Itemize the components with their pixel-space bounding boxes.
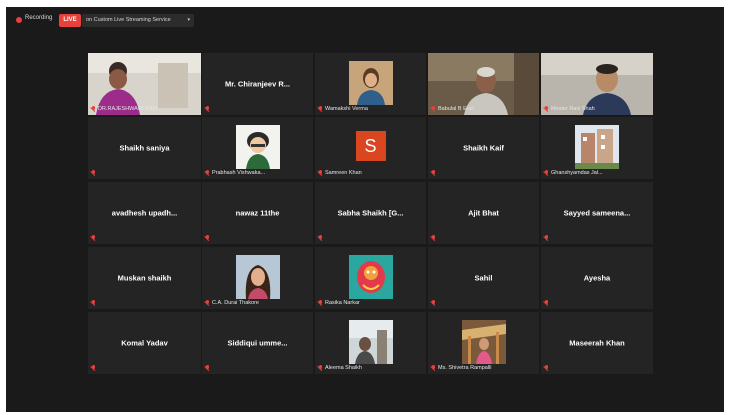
participant-tile[interactable]: Ayesha xyxy=(541,247,653,309)
participant-tile[interactable]: Babulal B Eoci xyxy=(428,53,539,115)
participant-name: Samreen Khan xyxy=(325,170,362,176)
muted-mic-icon xyxy=(431,365,436,371)
participant-name: Sahil xyxy=(474,273,493,283)
participant-name: Ms. Shivetra Rampalli xyxy=(438,365,492,371)
muted-mic-icon xyxy=(318,106,323,112)
meeting-topbar: Recording LIVE on Custom Live Streaming … xyxy=(6,7,724,29)
profile-photo xyxy=(348,254,393,299)
muted-mic-icon xyxy=(205,235,210,241)
participant-tile[interactable]: Mr. Chiranjeev R... xyxy=(202,53,313,115)
participant-name: nawaz 11the xyxy=(235,208,280,218)
participant-tile[interactable]: Siddiqui umme... xyxy=(202,312,313,374)
muted-mic-icon xyxy=(91,106,96,112)
participant-tile[interactable]: avadhesh upadh... xyxy=(88,182,201,244)
participant-tile[interactable]: Mester Ravi Shah xyxy=(541,53,653,115)
participant-name: Prabhash Vishwaka... xyxy=(212,170,266,176)
participant-tile[interactable]: Shaikh saniya xyxy=(88,117,201,179)
muted-mic-icon xyxy=(91,235,96,241)
participant-name: Ayesha xyxy=(583,273,611,283)
participant-name: Aleema Shaikh xyxy=(325,365,362,371)
participant-tile[interactable]: Rasika Narkar xyxy=(315,247,426,309)
muted-mic-icon xyxy=(91,170,96,176)
muted-mic-icon xyxy=(205,170,210,176)
profile-photo xyxy=(575,124,619,169)
participant-tile[interactable]: Shaikh Kaif xyxy=(428,117,539,179)
participant-name: Rasika Narkar xyxy=(325,300,360,306)
participant-name: Komal Yadav xyxy=(121,338,168,348)
participant-tile[interactable]: Ajit Bhat xyxy=(428,182,539,244)
participant-name: Sabha Shaikh [G... xyxy=(337,208,404,218)
participant-name: Mr. Chiranjeev R... xyxy=(224,79,291,89)
live-stream-dropdown[interactable]: on Custom Live Streaming Service ▾ xyxy=(82,14,194,27)
participant-tile[interactable]: Maseerah Khan xyxy=(541,312,653,374)
participant-name: Muskan shaikh xyxy=(117,273,172,283)
muted-mic-icon xyxy=(205,106,210,112)
profile-photo xyxy=(235,254,280,299)
live-badge[interactable]: LIVE xyxy=(59,14,81,27)
muted-mic-icon xyxy=(544,235,549,241)
participant-tile[interactable]: C.A. Durai Thakore xyxy=(202,247,313,309)
muted-mic-icon xyxy=(91,300,96,306)
participant-name: C.A. Durai Thakore xyxy=(212,300,259,306)
muted-mic-icon xyxy=(318,365,323,371)
muted-mic-icon xyxy=(205,300,210,306)
participant-tile[interactable]: Ms. Shivetra Rampalli xyxy=(428,312,539,374)
participant-tile[interactable]: Muskan shaikh xyxy=(88,247,201,309)
participant-name: Wamakshi Verma xyxy=(325,106,368,112)
muted-mic-icon xyxy=(544,300,549,306)
profile-photo xyxy=(461,319,506,364)
meeting-window: Recording LIVE on Custom Live Streaming … xyxy=(6,7,724,412)
participant-name: DR.RAJESHWARI RAVI xyxy=(98,106,158,112)
muted-mic-icon xyxy=(544,106,549,112)
participant-name: Mester Ravi Shah xyxy=(551,106,595,112)
muted-mic-icon xyxy=(544,365,549,371)
participant-tile[interactable]: Sayyed sameena... xyxy=(541,182,653,244)
participant-tile[interactable]: Aleema Shaikh xyxy=(315,312,426,374)
participant-tile[interactable]: Komal Yadav xyxy=(88,312,201,374)
participant-name: Shaikh saniya xyxy=(119,143,170,153)
participant-tile[interactable]: nawaz 11the xyxy=(202,182,313,244)
muted-mic-icon xyxy=(318,235,323,241)
participant-name: Ajit Bhat xyxy=(468,208,499,218)
participant-name: Babulal B Eoci xyxy=(438,106,474,112)
initial-avatar: S xyxy=(355,130,386,161)
participant-tile[interactable]: Sahil xyxy=(428,247,539,309)
muted-mic-icon xyxy=(318,300,323,306)
profile-photo xyxy=(348,319,393,364)
muted-mic-icon xyxy=(431,300,436,306)
participant-name: Maseerah Khan xyxy=(569,338,625,348)
profile-photo xyxy=(235,124,280,169)
muted-mic-icon xyxy=(205,365,210,371)
muted-mic-icon xyxy=(318,170,323,176)
muted-mic-icon xyxy=(431,235,436,241)
participant-name: avadhesh upadh... xyxy=(111,208,178,218)
profile-photo xyxy=(348,60,393,105)
participant-name: Shaikh Kaif xyxy=(463,143,504,153)
muted-mic-icon xyxy=(91,365,96,371)
participant-name: Siddiqui umme... xyxy=(227,338,288,348)
muted-mic-icon xyxy=(544,170,549,176)
muted-mic-icon xyxy=(431,170,436,176)
participant-name: Sayyed sameena... xyxy=(563,208,631,218)
recording-icon xyxy=(16,17,22,23)
muted-mic-icon xyxy=(431,106,436,112)
participant-tile[interactable]: Ghanshyamdas Jal... xyxy=(541,117,653,179)
participant-tile[interactable]: Wamakshi Verma xyxy=(315,53,426,115)
participant-tile[interactable]: Prabhash Vishwaka... xyxy=(202,117,313,179)
live-stream-label: on Custom Live Streaming Service xyxy=(86,17,171,23)
participant-name: Ghanshyamdas Jal... xyxy=(551,170,603,176)
participant-tile[interactable]: Sabha Shaikh [G... xyxy=(315,182,426,244)
participant-tile[interactable]: S Samreen Khan xyxy=(315,117,426,179)
chevron-down-icon: ▾ xyxy=(187,17,190,23)
participant-tile[interactable]: DR.RAJESHWARI RAVI xyxy=(88,53,201,115)
recording-label: Recording xyxy=(25,15,53,21)
